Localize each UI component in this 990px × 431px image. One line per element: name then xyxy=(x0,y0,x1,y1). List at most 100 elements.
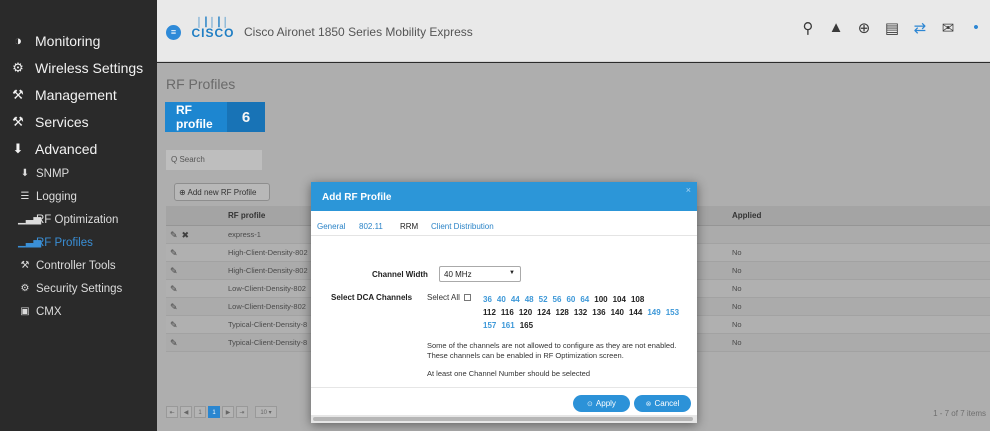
transfer-icon[interactable]: ⇄ xyxy=(906,19,934,37)
channel-option[interactable]: 136 xyxy=(592,308,605,317)
sidebar-subitem-rf-optimization[interactable]: ▁▃▅ RF Optimization xyxy=(0,208,157,231)
channel-option[interactable]: 132 xyxy=(574,308,587,317)
sidebar-subitem-controller-tools[interactable]: ⚒ Controller Tools xyxy=(0,254,157,277)
delete-icon[interactable]: ✖ xyxy=(182,226,190,244)
sidebar-item-advanced[interactable]: ⬇ Advanced xyxy=(0,135,157,162)
management-icon: ⚒ xyxy=(12,86,24,102)
download-icon[interactable]: ⊕ xyxy=(850,19,878,37)
column-header-rf-profile[interactable]: RF profile xyxy=(228,206,310,226)
rf-profile-tile-count: 6 xyxy=(227,102,265,132)
channel-option[interactable]: 124 xyxy=(537,308,550,317)
menu-toggle-button[interactable]: ≡ xyxy=(166,25,181,40)
sidebar-item-label: Wireless Settings xyxy=(35,59,144,76)
rf-profile-count-tile[interactable]: RF profile 6 xyxy=(165,102,265,132)
search-icon[interactable]: ⚲ xyxy=(794,19,822,37)
edit-icon[interactable]: ✎ xyxy=(170,316,178,334)
rf-profile-name: Typical-Client-Density-8 xyxy=(228,320,308,329)
edit-icon[interactable]: ✎ xyxy=(170,280,178,298)
rf-profile-tile-label: RF profile xyxy=(176,103,213,131)
pager-button[interactable]: ▶ xyxy=(222,406,234,418)
sidebar: ◑ Monitoring ⚙ Wireless Settings ⚒ Management… xyxy=(0,0,157,431)
sidebar-subitem-label: RF Optimization xyxy=(36,213,119,226)
sidebar-item-management[interactable]: ⚒ Management xyxy=(0,81,157,108)
channel-option[interactable]: 149 xyxy=(647,308,660,317)
edit-icon[interactable]: ✎ xyxy=(170,298,178,316)
add-rf-profile-dialog: Add RF Profile × General 802.11 RRM Client … xyxy=(311,182,697,423)
channel-option[interactable]: 153 xyxy=(666,308,679,317)
mail-icon[interactable]: ✉ xyxy=(934,19,962,37)
wrench-icon: ⚒ xyxy=(20,260,30,271)
row-actions: ✎ xyxy=(170,280,210,299)
channel-width-select[interactable]: 40 MHz ▼ xyxy=(439,266,521,282)
cancel-button[interactable]: ⊗ Cancel xyxy=(634,395,691,412)
more-icon[interactable]: • xyxy=(962,19,990,37)
sidebar-subitem-label: Logging xyxy=(36,190,77,203)
sidebar-item-monitoring[interactable]: ◑ Monitoring xyxy=(0,27,157,54)
signal-icon: ▁▃▅ xyxy=(18,214,42,225)
save-icon[interactable]: ▤ xyxy=(878,19,906,37)
pager-button[interactable]: 1 xyxy=(208,406,220,418)
pagination: ⇤ ◀ 1 1 ▶ ⇥ 10 ▾ xyxy=(166,404,277,420)
cisco-logo: │┃│┃│ CISCO xyxy=(190,17,236,43)
header-toolbar: ⚲ ▲ ⊕ ▤ ⇄ ✉ • xyxy=(794,19,990,37)
sidebar-item-wireless-settings[interactable]: ⚙ Wireless Settings xyxy=(0,54,157,81)
alert-icon[interactable]: ▲ xyxy=(822,19,850,37)
edit-icon[interactable]: ✎ xyxy=(170,244,178,262)
rf-profile-name: Typical-Client-Density-8 xyxy=(228,338,308,347)
sidebar-subitem-cmx[interactable]: ▣ CMX xyxy=(0,300,157,323)
dialog-horizontal-scrollbar[interactable] xyxy=(311,415,697,423)
scrollbar-thumb[interactable] xyxy=(313,417,693,421)
close-icon[interactable]: × xyxy=(686,185,691,195)
wrench-icon: ⚒ xyxy=(12,113,24,129)
search-input[interactable]: Q Search xyxy=(166,150,262,170)
channel-option[interactable]: 157 xyxy=(483,321,496,330)
edit-icon[interactable]: ✎ xyxy=(170,226,178,244)
sidebar-item-services[interactable]: ⚒ Services xyxy=(0,108,157,135)
cancel-icon: ⊗ xyxy=(645,401,652,408)
channel-option[interactable]: 140 xyxy=(611,308,624,317)
page-title: RF Profiles xyxy=(166,76,236,92)
channel-option[interactable]: 165 xyxy=(520,321,533,330)
rf-profile-name: express-1 xyxy=(228,230,261,239)
rf-profile-name: High-Client-Density-802 xyxy=(228,248,308,257)
tab-general[interactable]: General xyxy=(317,222,345,231)
tab-rrm[interactable]: RRM xyxy=(400,222,418,231)
pager-button[interactable]: ⇥ xyxy=(236,406,248,418)
applied-value: No xyxy=(732,248,742,257)
sidebar-subitem-label: RF Profiles xyxy=(36,236,93,249)
check-icon: ⊙ xyxy=(587,401,593,408)
logging-icon: ☰ xyxy=(20,191,30,202)
checkbox-icon[interactable] xyxy=(464,294,472,301)
channel-option[interactable]: 144 xyxy=(629,308,642,317)
applied-value: No xyxy=(732,320,742,329)
tab-802-11[interactable]: 802.11 xyxy=(359,222,383,231)
sidebar-item-label: Monitoring xyxy=(35,32,101,49)
pager-button[interactable]: ⇤ xyxy=(166,406,178,418)
pager-button[interactable]: ◀ xyxy=(180,406,192,418)
row-actions: ✎ xyxy=(170,262,210,281)
sidebar-item-label: Services xyxy=(35,113,89,130)
sidebar-subitem-snmp[interactable]: ⬇ SNMP xyxy=(0,162,157,185)
channel-option[interactable]: 128 xyxy=(556,308,569,317)
sidebar-subitem-security-settings[interactable]: ⚙ Security Settings xyxy=(0,277,157,300)
row-actions: ✎ xyxy=(170,298,210,317)
row-actions: ✎ xyxy=(170,244,210,263)
sidebar-subitem-rf-profiles[interactable]: ▁▃▅ RF Profiles xyxy=(0,231,157,254)
edit-icon[interactable]: ✎ xyxy=(170,334,178,352)
add-rf-profile-button[interactable]: ⊕ Add new RF Profile xyxy=(174,183,270,201)
column-header-applied[interactable]: Applied xyxy=(732,206,812,226)
channel-option[interactable]: 161 xyxy=(501,321,514,330)
tab-client-distribution[interactable]: Client Distribution xyxy=(431,222,494,231)
pager-button[interactable]: 1 xyxy=(194,406,206,418)
page-size-select[interactable]: 10 ▾ xyxy=(255,406,277,418)
apply-button-label: Apply xyxy=(595,399,616,408)
sidebar-subitem-logging[interactable]: ☰ Logging xyxy=(0,185,157,208)
row-actions: ✎ xyxy=(170,334,210,353)
dialog-title: Add RF Profile xyxy=(322,192,392,203)
dialog-tabs: General 802.11 RRM Client Distribution xyxy=(311,211,697,236)
select-all-checkbox[interactable]: Select All xyxy=(427,293,472,302)
edit-icon[interactable]: ✎ xyxy=(170,262,178,280)
channel-required-note: At least one Channel Number should be se… xyxy=(427,369,591,378)
sidebar-item-label: Advanced xyxy=(35,140,98,157)
apply-button[interactable]: ⊙ Apply xyxy=(573,395,630,412)
